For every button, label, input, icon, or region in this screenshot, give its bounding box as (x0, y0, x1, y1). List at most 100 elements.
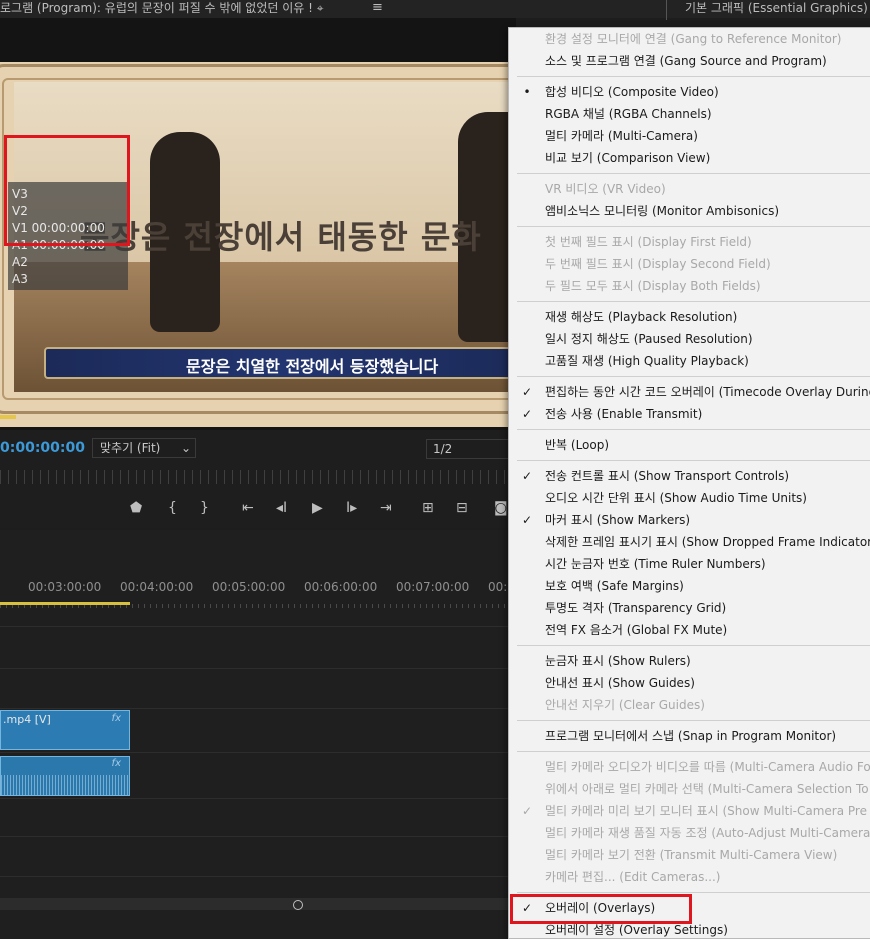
zoom-fit-select[interactable]: 맞추기 (Fit) ⌄ (92, 438, 196, 458)
checkmark-icon: ✓ (521, 407, 533, 421)
time-ruler-tick: 00:07:00:00 (396, 580, 470, 594)
audio-clip[interactable]: fx (0, 756, 130, 796)
menu-item-label: 보호 여백 (Safe Margins) (545, 579, 684, 593)
time-ruler-tick: 00:03:00:00 (28, 580, 102, 594)
track-divider (0, 668, 516, 669)
menu-item-label: 오디오 시간 단위 표시 (Show Audio Time Units) (545, 491, 807, 505)
menu-item[interactable]: 프로그램 모니터에서 스냅 (Snap in Program Monitor) (509, 725, 870, 747)
menu-item-label: 두 필드 모두 표시 (Display Both Fields) (545, 279, 761, 293)
menu-item[interactable]: 보호 여백 (Safe Margins) (509, 575, 870, 597)
menu-item[interactable]: 멀티 카메라 (Multi-Camera) (509, 125, 870, 147)
playback-resolution-select[interactable]: 1/2 (426, 439, 516, 459)
menu-item-label: 반복 (Loop) (545, 438, 610, 452)
menu-separator (517, 301, 870, 302)
play-icon[interactable]: ▶ (312, 500, 323, 516)
track-divider (0, 836, 516, 837)
menu-item[interactable]: 비교 보기 (Comparison View) (509, 147, 870, 169)
video-clip[interactable]: .mp4 [V] fx (0, 710, 130, 750)
menu-item[interactable]: • 합성 비디오 (Composite Video) (509, 81, 870, 103)
menu-item[interactable]: 일시 정지 해상도 (Paused Resolution) (509, 328, 870, 350)
menu-item[interactable]: 소스 및 프로그램 연결 (Gang Source and Program) (509, 50, 870, 72)
menu-item-label: 눈금자 표시 (Show Rulers) (545, 654, 691, 668)
menu-separator (517, 751, 870, 752)
menu-item: 첫 번째 필드 표시 (Display First Field) (509, 231, 870, 253)
menu-item-label: 멀티 카메라 보기 전환 (Transmit Multi-Camera View… (545, 848, 838, 862)
scrollbar-handle[interactable] (293, 900, 303, 910)
time-ruler-tick: 00:05:00:00 (212, 580, 286, 594)
panel-menu-icon[interactable]: ≡ (372, 0, 383, 15)
menu-item[interactable]: ✓ 마커 표시 (Show Markers) (509, 509, 870, 531)
export-frame-icon[interactable]: ◙ (494, 500, 508, 516)
monitor-ruler[interactable] (0, 470, 516, 484)
program-monitor-tab[interactable]: 로그램 (Program): 유럽의 문장이 퍼질 수 밖에 없었던 이유 ! … (0, 0, 324, 18)
menu-item[interactable]: ✓ 전송 컨트롤 표시 (Show Transport Controls) (509, 465, 870, 487)
menu-item: 멀티 카메라 오디오가 비디오를 따름 (Multi-Camera Audio … (509, 756, 870, 778)
track-divider (0, 798, 516, 799)
checkmark-icon: ✓ (521, 513, 533, 527)
track-divider (0, 876, 516, 877)
track-divider (0, 752, 516, 753)
checkmark-icon: ✓ (521, 469, 533, 483)
menu-separator (517, 892, 870, 893)
menu-item[interactable]: 재생 해상도 (Playback Resolution) (509, 306, 870, 328)
menu-item[interactable]: ✓ 전송 사용 (Enable Transmit) (509, 403, 870, 425)
audio-waveform (1, 775, 129, 795)
work-area-bar[interactable] (0, 602, 130, 605)
overlays-highlight-box (510, 894, 692, 924)
menu-item-label: VR 비디오 (VR Video) (545, 182, 666, 196)
go-to-out-icon[interactable]: ⇥ (380, 500, 392, 516)
menu-item[interactable]: 전역 FX 음소거 (Global FX Mute) (509, 619, 870, 641)
menu-item[interactable]: 반복 (Loop) (509, 434, 870, 456)
essential-graphics-tab[interactable]: 기본 그래픽 (Essential Graphics) (685, 0, 868, 18)
step-forward-icon[interactable]: I▸ (346, 500, 357, 516)
playhead-marker[interactable] (0, 415, 16, 419)
menu-item-label: 멀티 카메라 재생 품질 자동 조정 (Auto-Adjust Multi-Ca… (545, 826, 870, 840)
bullet-icon: • (523, 85, 531, 99)
menu-item[interactable]: 삭제한 프레임 표시기 표시 (Show Dropped Frame Indic… (509, 531, 870, 553)
menu-item-label: 편집하는 동안 시간 코드 오버레이 (Timecode Overlay Dur… (545, 385, 870, 399)
menu-item[interactable]: 투명도 격자 (Transparency Grid) (509, 597, 870, 619)
menu-item-label: 두 번째 필드 표시 (Display Second Field) (545, 257, 771, 271)
menu-item[interactable]: 눈금자 표시 (Show Rulers) (509, 650, 870, 672)
menu-item-label: 전송 사용 (Enable Transmit) (545, 407, 703, 421)
menu-item-label: 환경 설정 모니터에 연결 (Gang to Reference Monitor… (545, 32, 842, 46)
menu-item: VR 비디오 (VR Video) (509, 178, 870, 200)
menu-item: 두 필드 모두 표시 (Display Both Fields) (509, 275, 870, 297)
menu-item[interactable]: 시간 눈금자 번호 (Time Ruler Numbers) (509, 553, 870, 575)
timeline-scrollbar[interactable] (0, 898, 516, 910)
marker-icon[interactable]: ⬟ (130, 500, 142, 516)
lift-icon[interactable]: ⊞ (422, 500, 434, 516)
mark-in-icon[interactable]: { (168, 500, 177, 516)
menu-item-label: 재생 해상도 (Playback Resolution) (545, 310, 738, 324)
playhead-timecode[interactable]: 0:00:00:00 (0, 440, 85, 456)
chevron-down-icon: ⌄ (180, 441, 191, 455)
menu-item[interactable]: 앰비소닉스 모니터링 (Monitor Ambisonics) (509, 200, 870, 222)
time-ruler-tick: 00:06:00:00 (304, 580, 378, 594)
program-monitor-context-menu: 환경 설정 모니터에 연결 (Gang to Reference Monitor… (508, 27, 870, 939)
menu-separator (517, 226, 870, 227)
menu-item[interactable]: RGBA 채널 (RGBA Channels) (509, 103, 870, 125)
step-back-icon[interactable]: ◂I (276, 500, 287, 516)
menu-item: 안내선 지우기 (Clear Guides) (509, 694, 870, 716)
transport-controls: ⬟ { } ⇤ ◂I ▶ I▸ ⇥ ⊞ ⊟ ◙ (0, 500, 516, 522)
menu-item-label: 카메라 편집... (Edit Cameras...) (545, 870, 721, 884)
menu-item[interactable]: 오디오 시간 단위 표시 (Show Audio Time Units) (509, 487, 870, 509)
extract-icon[interactable]: ⊟ (456, 500, 468, 516)
menu-item-label: 안내선 표시 (Show Guides) (545, 676, 695, 690)
mark-out-icon[interactable]: } (200, 500, 209, 516)
menu-separator (517, 173, 870, 174)
video-clip-label: .mp4 [V] (3, 713, 51, 726)
menu-item[interactable]: ✓ 편집하는 동안 시간 코드 오버레이 (Timecode Overlay Du… (509, 381, 870, 403)
top-bar: 로그램 (Program): 유럽의 문장이 퍼질 수 밖에 없었던 이유 ! … (0, 0, 870, 20)
menu-item[interactable]: 고품질 재생 (High Quality Playback) (509, 350, 870, 372)
menu-separator (517, 720, 870, 721)
menu-separator (517, 76, 870, 77)
menu-item: 카메라 편집... (Edit Cameras...) (509, 866, 870, 888)
fx-badge: fx (111, 713, 121, 724)
menu-separator (517, 376, 870, 377)
go-to-in-icon[interactable]: ⇤ (242, 500, 254, 516)
menu-item[interactable]: 안내선 표시 (Show Guides) (509, 672, 870, 694)
menu-separator (517, 645, 870, 646)
menu-item-label: 앰비소닉스 모니터링 (Monitor Ambisonics) (545, 204, 780, 218)
fx-badge: fx (111, 758, 121, 769)
